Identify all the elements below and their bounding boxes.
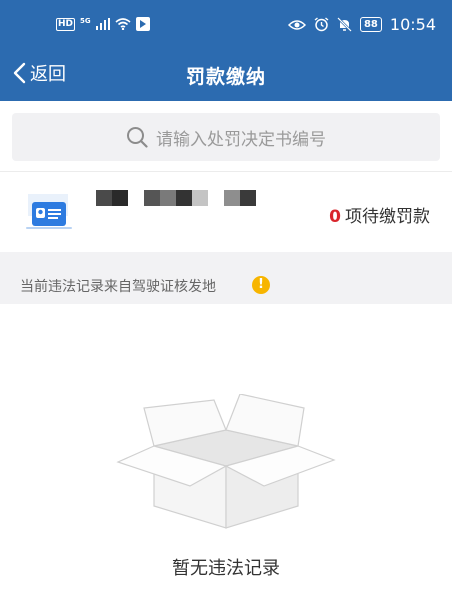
eye-icon (287, 19, 306, 30)
status-time: 10:54 (389, 15, 436, 34)
status-left: HD 5G (56, 17, 150, 31)
empty-state-text: 暂无违法记录 (172, 558, 280, 579)
search-icon (127, 127, 148, 148)
search-input[interactable]: 请输入处罚决定书编号 (12, 113, 440, 161)
search-section: 请输入处罚决定书编号 (0, 101, 452, 171)
pending-count-label: 项待缴罚款 (345, 207, 430, 227)
nav-bar: 返回 罚款缴纳 (0, 50, 452, 101)
status-right: 88 10:54 (287, 15, 436, 34)
empty-box-icon (116, 394, 336, 529)
wifi-icon (115, 18, 131, 30)
alarm-icon (314, 17, 329, 32)
app-header: HD 5G 88 10:54 返回 罚款缴纳 (0, 0, 452, 101)
data-transfer-icon (135, 17, 150, 31)
id-card-icon (26, 194, 72, 229)
search-placeholder: 请输入处罚决定书编号 (156, 129, 326, 150)
notice-bar: 当前违法记录来自驾驶证核发地 ! (0, 252, 452, 304)
empty-state: 暂无违法记录 (0, 304, 452, 600)
pending-count-value: 0 (329, 207, 341, 227)
notice-text: 当前违法记录来自驾驶证核发地 (20, 279, 216, 295)
license-card: 0 项待缴罚款 (0, 172, 452, 252)
masked-name (96, 190, 128, 206)
hd-badge: HD (56, 17, 76, 31)
mute-bell-icon (337, 17, 352, 32)
page-title: 罚款缴纳 (185, 66, 266, 88)
battery-indicator: 88 (359, 17, 382, 32)
signal-icon (95, 18, 110, 30)
network-type: 5G (80, 17, 91, 25)
masked-extra-info (224, 190, 256, 206)
masked-id-number (144, 190, 208, 206)
warning-icon[interactable]: ! (252, 276, 270, 294)
pending-fines-count: 0 项待缴罚款 (329, 202, 430, 227)
status-bar: HD 5G 88 10:54 (0, 0, 452, 50)
